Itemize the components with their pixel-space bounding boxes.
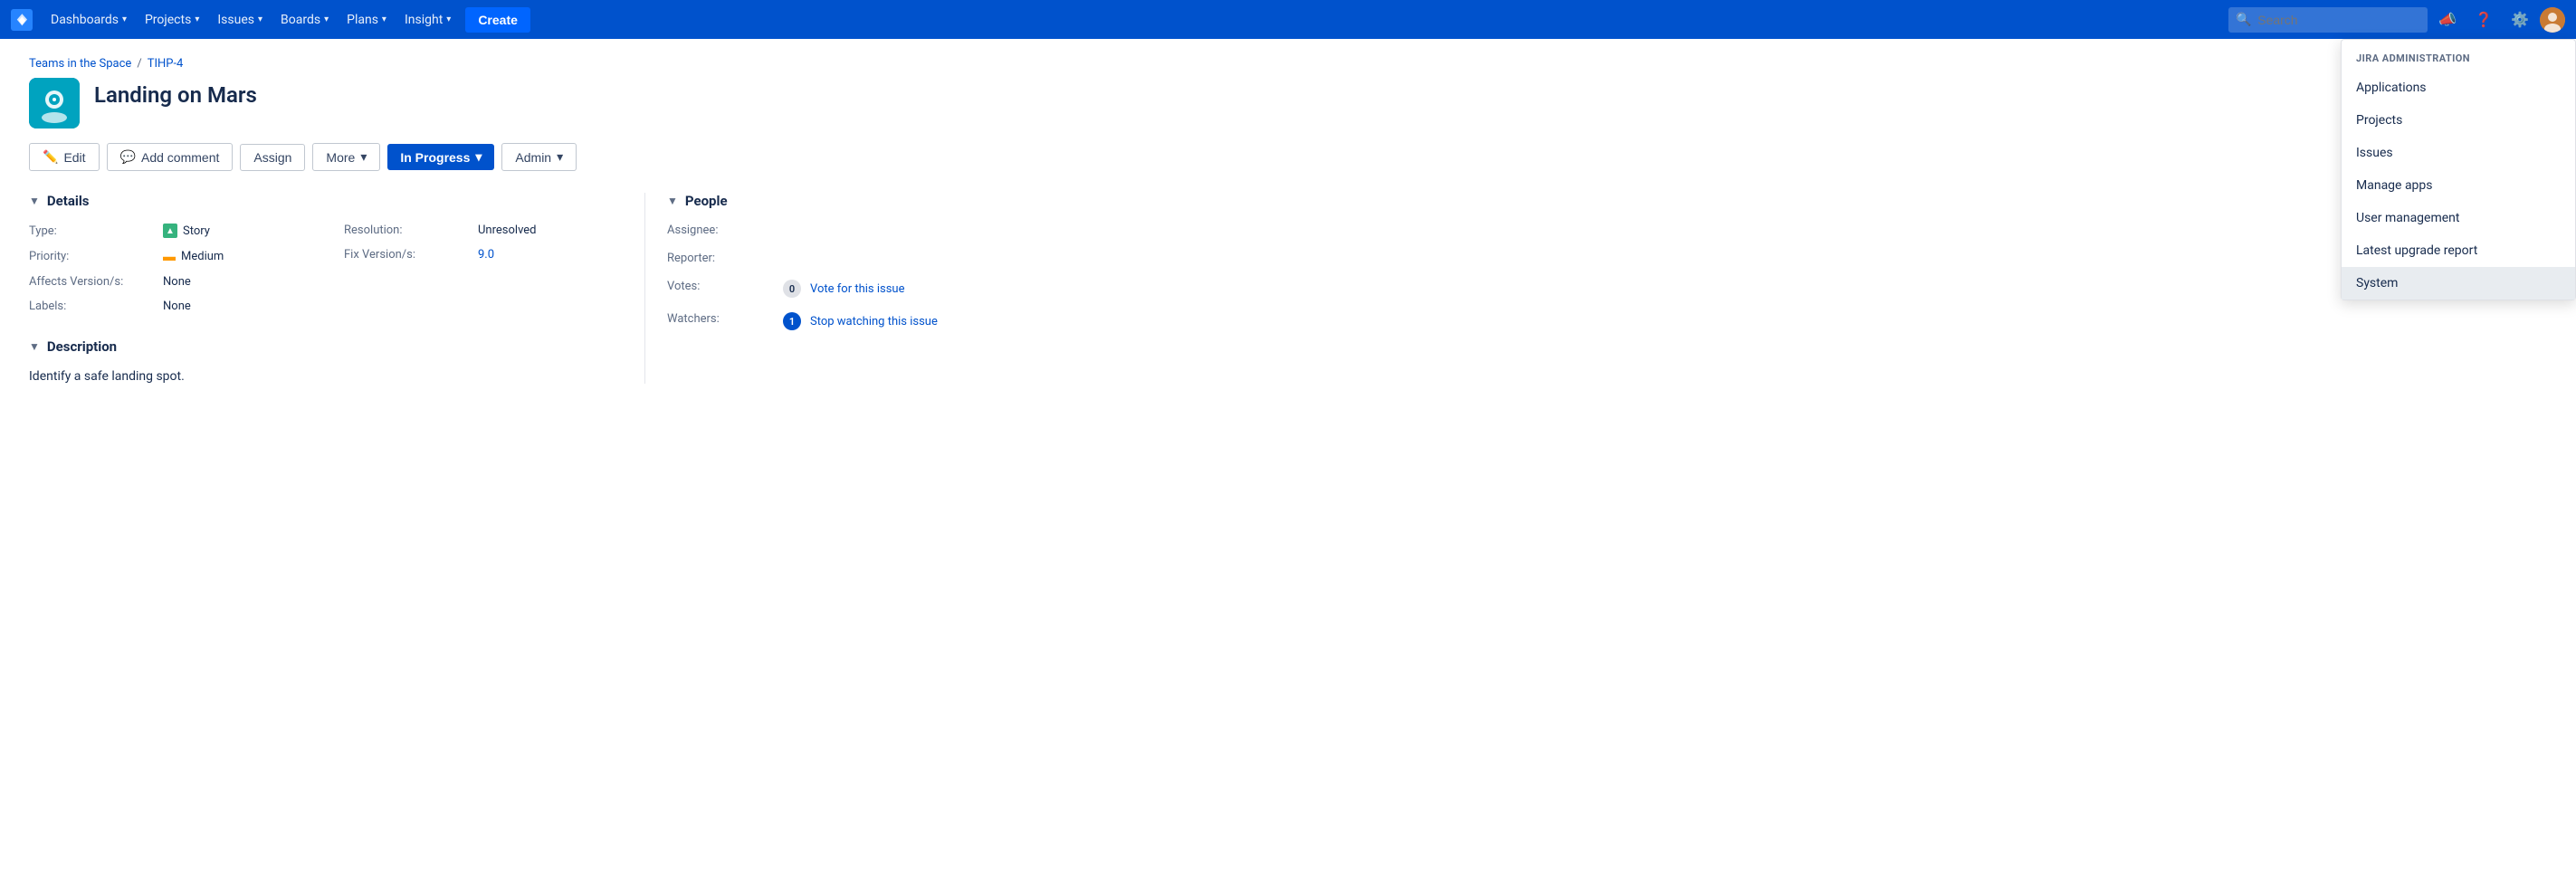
more-button[interactable]: More ▾: [312, 143, 380, 171]
people-section: ▼ People Assignee: Reporter: Votes: 0 Vo…: [644, 193, 1238, 384]
chevron-down-icon: ▾: [557, 149, 563, 165]
detail-labels: Labels: None: [29, 300, 308, 313]
dropdown-system[interactable]: System: [2342, 267, 2575, 300]
nav-projects[interactable]: Projects ▾: [138, 7, 206, 33]
people-reporter-row: Reporter:: [667, 252, 1238, 265]
people-votes-row: Votes: 0 Vote for this issue: [667, 280, 1238, 298]
action-bar: ✏️ Edit 💬 Add comment Assign More ▾ In P…: [29, 143, 1238, 171]
admin-button[interactable]: Admin ▾: [501, 143, 577, 171]
nav-issues[interactable]: Issues ▾: [210, 7, 270, 33]
admin-dropdown: JIRA ADMINISTRATION Applications Project…: [2341, 39, 2576, 300]
help-button[interactable]: ❓: [2467, 5, 2500, 33]
issue-header: Landing on Mars: [29, 78, 1238, 128]
chevron-down-icon: ▾: [446, 14, 451, 24]
comment-icon: 💬: [120, 149, 136, 165]
breadcrumb-issue-id[interactable]: TIHP-4: [148, 57, 184, 71]
details-grid: ▼ Details Type: ▲ Story: [29, 193, 1238, 384]
breadcrumb: Teams in the Space / TIHP-4: [29, 57, 1238, 71]
nav-plans[interactable]: Plans ▾: [339, 7, 394, 33]
chevron-down-icon: ▾: [324, 14, 329, 24]
search-wrapper: 🔍: [2228, 7, 2428, 33]
detail-type: Type: ▲ Story: [29, 224, 308, 238]
chevron-down-icon[interactable]: ▼: [667, 195, 678, 207]
dropdown-issues[interactable]: Issues: [2342, 137, 2575, 169]
dropdown-section-title: JIRA ADMINISTRATION: [2342, 40, 2575, 71]
status-button[interactable]: In Progress ▾: [387, 144, 494, 170]
gear-icon: ⚙️: [2511, 11, 2529, 28]
logo[interactable]: [11, 9, 33, 31]
detail-fix-version: Fix Version/s: 9.0: [344, 248, 623, 262]
assign-button[interactable]: Assign: [240, 144, 305, 171]
details-right-col: Resolution: Unresolved Fix Version/s: 9.…: [344, 224, 623, 324]
details-header: ▼ Details: [29, 193, 623, 209]
detail-resolution: Resolution: Unresolved: [344, 224, 623, 237]
votes-count: 0: [783, 280, 801, 298]
user-avatar[interactable]: [2540, 7, 2565, 33]
description-section: ▼ Description Identify a safe landing sp…: [29, 338, 623, 384]
nav-dashboards[interactable]: Dashboards ▾: [43, 7, 134, 33]
dropdown-latest-upgrade-report[interactable]: Latest upgrade report: [2342, 234, 2575, 267]
details-section: ▼ Details Type: ▲ Story: [29, 193, 623, 384]
people-title: People: [685, 193, 728, 209]
details-left-col: Type: ▲ Story Priority: ▬ Medium: [29, 224, 308, 324]
description-text: Identify a safe landing spot.: [29, 369, 623, 384]
detail-priority: Priority: ▬ Medium: [29, 249, 308, 264]
watch-link[interactable]: Stop watching this issue: [810, 315, 938, 328]
issue-avatar: [29, 78, 80, 128]
chevron-down-icon: ▾: [258, 14, 262, 24]
fix-version-link[interactable]: 9.0: [478, 248, 623, 262]
chevron-down-icon: ▾: [122, 14, 127, 24]
nav-insight[interactable]: Insight ▾: [397, 7, 458, 33]
people-assignee-row: Assignee:: [667, 224, 1238, 237]
project-icon: [29, 78, 80, 128]
create-button[interactable]: Create: [465, 7, 530, 33]
nav-boards[interactable]: Boards ▾: [273, 7, 336, 33]
breadcrumb-separator: /: [137, 57, 141, 71]
bell-icon: 📣: [2438, 11, 2457, 28]
search-input[interactable]: [2228, 7, 2428, 33]
add-comment-button[interactable]: 💬 Add comment: [107, 143, 234, 171]
chevron-down-icon[interactable]: ▼: [29, 340, 40, 353]
dropdown-applications[interactable]: Applications: [2342, 71, 2575, 104]
issue-title: Landing on Mars: [94, 81, 257, 109]
detail-affects-version: Affects Version/s: None: [29, 275, 308, 289]
help-icon: ❓: [2475, 11, 2493, 28]
watchers-count: 1: [783, 312, 801, 330]
chevron-down-icon: ▾: [475, 149, 482, 165]
description-header: ▼ Description: [29, 338, 623, 355]
chevron-down-icon: ▾: [195, 14, 199, 24]
notifications-button[interactable]: 📣: [2431, 5, 2464, 33]
navbar: Dashboards ▾ Projects ▾ Issues ▾ Boards …: [0, 0, 2576, 39]
priority-icon: ▬: [163, 249, 176, 264]
edit-button[interactable]: ✏️ Edit: [29, 143, 100, 171]
chevron-down-icon: ▾: [360, 149, 367, 165]
breadcrumb-project[interactable]: Teams in the Space: [29, 57, 131, 71]
avatar-image: [2540, 7, 2565, 33]
story-type-icon: ▲: [163, 224, 177, 238]
description-title: Description: [47, 338, 117, 355]
dropdown-user-management[interactable]: User management: [2342, 202, 2575, 234]
vote-link[interactable]: Vote for this issue: [810, 282, 904, 296]
edit-icon: ✏️: [43, 149, 58, 165]
people-watchers-row: Watchers: 1 Stop watching this issue: [667, 312, 1238, 330]
dropdown-projects[interactable]: Projects: [2342, 104, 2575, 137]
chevron-down-icon[interactable]: ▼: [29, 195, 40, 207]
chevron-down-icon: ▾: [382, 14, 386, 24]
details-title: Details: [47, 193, 90, 209]
people-header: ▼ People: [667, 193, 1238, 209]
dropdown-manage-apps[interactable]: Manage apps: [2342, 169, 2575, 202]
jira-logo-icon: [11, 9, 33, 31]
settings-button[interactable]: ⚙️: [2504, 5, 2536, 33]
